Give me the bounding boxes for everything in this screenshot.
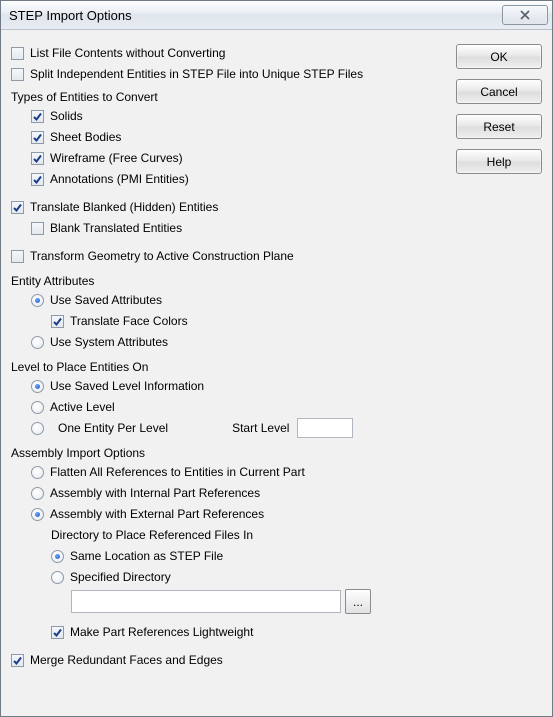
checkbox-translate-face-colors[interactable]	[51, 315, 64, 328]
label-browse: ...	[353, 595, 363, 609]
radio-internal-references[interactable]	[31, 487, 44, 500]
section-assembly-label: Assembly Import Options	[11, 446, 450, 460]
checkbox-annotations[interactable]	[31, 173, 44, 186]
checkbox-wireframe[interactable]	[31, 152, 44, 165]
close-icon	[520, 10, 530, 20]
row-solids: Solids	[11, 106, 450, 126]
checkbox-list-without-converting[interactable]	[11, 47, 24, 60]
row-use-system-attributes: Use System Attributes	[11, 332, 450, 352]
row-use-saved-attributes: Use Saved Attributes	[11, 290, 450, 310]
radio-same-location[interactable]	[51, 550, 64, 563]
row-use-saved-level: Use Saved Level Information	[11, 376, 450, 396]
row-wireframe: Wireframe (Free Curves)	[11, 148, 450, 168]
label-list-without-converting: List File Contents without Converting	[30, 46, 225, 60]
row-dir-label: Directory to Place Referenced Files In	[11, 525, 450, 545]
label-ok: OK	[490, 50, 507, 64]
help-button[interactable]: Help	[456, 149, 542, 174]
cancel-button[interactable]: Cancel	[456, 79, 542, 104]
reset-button[interactable]: Reset	[456, 114, 542, 139]
row-internal-references: Assembly with Internal Part References	[11, 483, 450, 503]
form-area: List File Contents without Converting Sp…	[11, 42, 456, 706]
label-use-saved-attributes: Use Saved Attributes	[50, 293, 162, 307]
label-use-system-attributes: Use System Attributes	[50, 335, 168, 349]
label-same-location: Same Location as STEP File	[70, 549, 223, 563]
label-transform-geometry: Transform Geometry to Active Constructio…	[30, 249, 294, 263]
input-specified-directory[interactable]	[71, 590, 341, 613]
row-specified-directory: Specified Directory	[11, 567, 450, 587]
radio-external-references[interactable]	[31, 508, 44, 521]
checkbox-sheet-bodies[interactable]	[31, 131, 44, 144]
row-translate-face-colors: Translate Face Colors	[11, 311, 450, 331]
row-one-entity-per-level: One Entity Per Level Start Level	[11, 418, 450, 438]
label-merge-redundant: Merge Redundant Faces and Edges	[30, 653, 223, 667]
row-list-without-converting: List File Contents without Converting	[11, 43, 450, 63]
button-column: OK Cancel Reset Help	[456, 42, 542, 706]
radio-active-level[interactable]	[31, 401, 44, 414]
label-reset: Reset	[483, 120, 514, 134]
row-transform-geometry: Transform Geometry to Active Constructio…	[11, 246, 450, 266]
row-blank-translated: Blank Translated Entities	[11, 218, 450, 238]
section-types-label: Types of Entities to Convert	[11, 90, 450, 104]
browse-directory-button[interactable]: ...	[345, 589, 371, 614]
window-close-button[interactable]	[502, 5, 548, 25]
row-annotations: Annotations (PMI Entities)	[11, 169, 450, 189]
label-use-saved-level: Use Saved Level Information	[50, 379, 204, 393]
radio-use-saved-attributes[interactable]	[31, 294, 44, 307]
label-active-level: Active Level	[50, 400, 115, 414]
label-cancel: Cancel	[480, 85, 517, 99]
label-sheet-bodies: Sheet Bodies	[50, 130, 121, 144]
row-active-level: Active Level	[11, 397, 450, 417]
row-same-location: Same Location as STEP File	[11, 546, 450, 566]
checkbox-blank-translated[interactable]	[31, 222, 44, 235]
radio-use-saved-level[interactable]	[31, 380, 44, 393]
row-split-independent: Split Independent Entities in STEP File …	[11, 64, 450, 84]
radio-one-entity-per-level[interactable]	[31, 422, 44, 435]
radio-specified-directory[interactable]	[51, 571, 64, 584]
label-blank-translated: Blank Translated Entities	[50, 221, 182, 235]
checkbox-merge-redundant[interactable]	[11, 654, 24, 667]
label-internal-references: Assembly with Internal Part References	[50, 486, 260, 500]
section-entity-attributes-label: Entity Attributes	[11, 274, 450, 288]
label-external-references: Assembly with External Part References	[50, 507, 264, 521]
label-make-lightweight: Make Part References Lightweight	[70, 625, 253, 639]
checkbox-translate-blanked[interactable]	[11, 201, 24, 214]
label-one-entity-per-level: One Entity Per Level	[58, 421, 168, 435]
window-title: STEP Import Options	[9, 8, 502, 23]
label-split-independent: Split Independent Entities in STEP File …	[30, 67, 363, 81]
row-translate-blanked: Translate Blanked (Hidden) Entities	[11, 197, 450, 217]
label-translate-face-colors: Translate Face Colors	[70, 314, 188, 328]
checkbox-transform-geometry[interactable]	[11, 250, 24, 263]
label-flatten-references: Flatten All References to Entities in Cu…	[50, 465, 305, 479]
dialog-window: STEP Import Options List File Contents w…	[0, 0, 553, 717]
label-directory-for-referenced-files: Directory to Place Referenced Files In	[51, 528, 253, 542]
label-wireframe: Wireframe (Free Curves)	[50, 151, 183, 165]
radio-flatten-references[interactable]	[31, 466, 44, 479]
label-translate-blanked: Translate Blanked (Hidden) Entities	[30, 200, 218, 214]
row-external-references: Assembly with External Part References	[11, 504, 450, 524]
row-directory-input: ...	[11, 589, 450, 614]
label-solids: Solids	[50, 109, 83, 123]
label-help: Help	[487, 155, 512, 169]
titlebar: STEP Import Options	[1, 1, 552, 30]
label-annotations: Annotations (PMI Entities)	[50, 172, 189, 186]
checkbox-make-lightweight[interactable]	[51, 626, 64, 639]
label-specified-directory: Specified Directory	[70, 570, 171, 584]
section-level-label: Level to Place Entities On	[11, 360, 450, 374]
checkbox-split-independent[interactable]	[11, 68, 24, 81]
client-area: List File Contents without Converting Sp…	[1, 30, 552, 716]
row-merge-redundant: Merge Redundant Faces and Edges	[11, 650, 450, 670]
input-start-level[interactable]	[297, 418, 353, 438]
ok-button[interactable]: OK	[456, 44, 542, 69]
row-make-lightweight: Make Part References Lightweight	[11, 622, 450, 642]
row-sheet-bodies: Sheet Bodies	[11, 127, 450, 147]
checkbox-solids[interactable]	[31, 110, 44, 123]
row-flatten-references: Flatten All References to Entities in Cu…	[11, 462, 450, 482]
radio-use-system-attributes[interactable]	[31, 336, 44, 349]
label-start-level: Start Level	[232, 421, 289, 435]
